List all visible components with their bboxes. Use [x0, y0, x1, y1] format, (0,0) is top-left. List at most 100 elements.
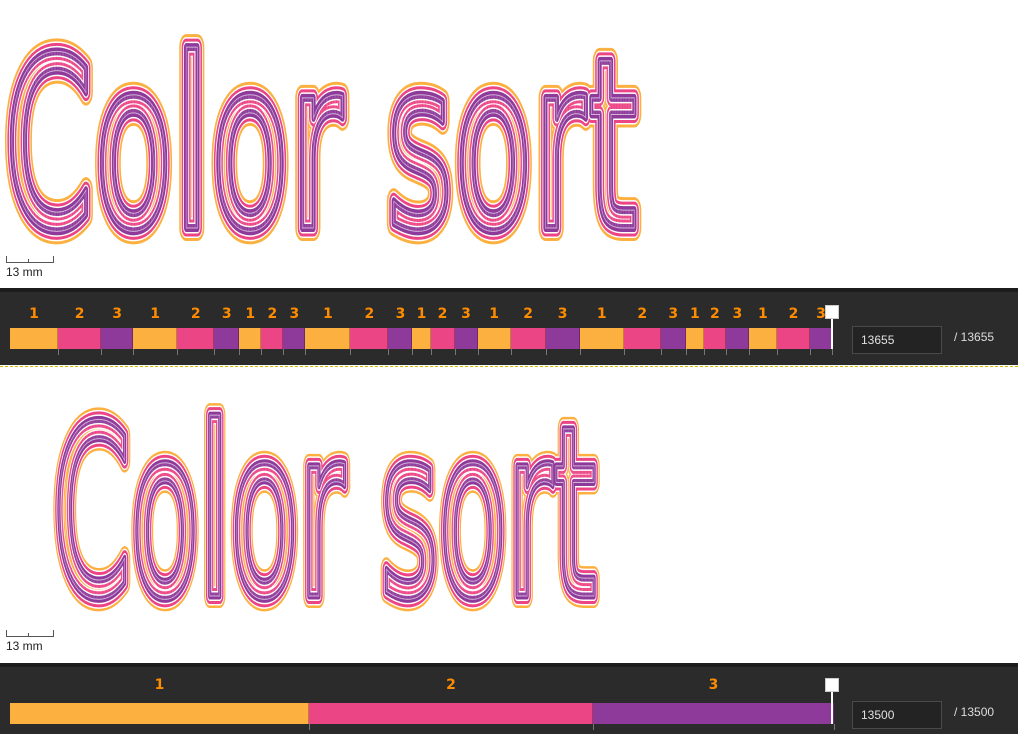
- segment-number: 1: [758, 306, 768, 322]
- bottom-block-ticks: [10, 724, 835, 730]
- color-block-3[interactable]: [454, 328, 478, 349]
- color-block-2[interactable]: [703, 328, 726, 349]
- lettering-group: Color sortColor sortColor sortColor sort…: [0, 0, 647, 258]
- segment-number: 2: [523, 306, 533, 322]
- segment-number: 1: [489, 306, 499, 322]
- bottom-slider-line: [831, 692, 833, 724]
- block-tick: [809, 349, 811, 355]
- segment-number: 2: [709, 306, 720, 322]
- block-tick: [660, 349, 662, 355]
- segment-number: 1: [416, 306, 427, 322]
- top-stitch-count-input[interactable]: 13655: [852, 326, 942, 354]
- segment-number: 1: [323, 306, 333, 322]
- block-tick: [430, 349, 432, 355]
- segment-number: 2: [446, 677, 456, 693]
- bottom-slider-handle[interactable]: [825, 678, 839, 692]
- color-block-1[interactable]: [239, 328, 262, 349]
- segment-number: 1: [150, 306, 161, 322]
- segment-number: 3: [221, 306, 232, 322]
- color-block-3[interactable]: [101, 328, 134, 349]
- block-tick: [309, 724, 310, 730]
- segment-number: 2: [190, 306, 201, 322]
- block-tick: [477, 349, 479, 355]
- color-block-3[interactable]: [214, 328, 240, 349]
- color-block-2[interactable]: [623, 328, 661, 349]
- color-block-3[interactable]: [809, 328, 832, 349]
- color-block-3[interactable]: [660, 328, 686, 349]
- color-block-2[interactable]: [430, 328, 455, 349]
- color-block-2[interactable]: [776, 328, 810, 349]
- block-tick: [101, 349, 103, 355]
- color-block-1[interactable]: [685, 328, 704, 349]
- segment-number: 3: [289, 306, 300, 322]
- block-tick: [283, 349, 285, 355]
- bottom-stitch-count-input[interactable]: 13500: [852, 701, 942, 729]
- color-block-2[interactable]: [261, 328, 284, 349]
- segment-number: 2: [788, 306, 799, 322]
- block-tick: [623, 349, 625, 355]
- scale-bar-icon: [6, 630, 54, 637]
- color-block-2[interactable]: [309, 703, 593, 724]
- block-tick: [214, 349, 216, 355]
- block-tick: [412, 349, 414, 355]
- top-color-timeline[interactable]: 123123123123123123123123123 13655 / 1365…: [0, 288, 1018, 365]
- segment-number: 3: [668, 306, 679, 322]
- color-block-2[interactable]: [510, 328, 546, 349]
- bottom-color-blocks[interactable]: [10, 703, 834, 724]
- segment-number: 2: [437, 306, 448, 322]
- color-block-1[interactable]: [748, 328, 777, 349]
- panel-separator: [0, 366, 1018, 367]
- segment-number: 1: [596, 306, 607, 322]
- color-block-2[interactable]: [58, 328, 102, 349]
- scale-label: 13 mm: [6, 639, 43, 653]
- block-tick: [593, 724, 594, 730]
- segment-number: 2: [364, 306, 375, 322]
- color-block-3[interactable]: [725, 328, 749, 349]
- block-tick: [832, 349, 833, 355]
- block-tick: [133, 349, 135, 355]
- segment-number: 2: [267, 306, 278, 322]
- block-tick: [725, 349, 727, 355]
- top-color-blocks[interactable]: [10, 328, 832, 349]
- color-block-3[interactable]: [388, 328, 413, 349]
- block-tick: [305, 349, 307, 355]
- bottom-design-canvas: Color sort Color sort Color sort Color sort…: [0, 368, 1018, 663]
- color-block-1[interactable]: [412, 328, 431, 349]
- block-tick: [454, 349, 456, 355]
- color-block-1[interactable]: [133, 328, 178, 349]
- color-block-1[interactable]: [305, 328, 351, 349]
- bottom-embroidery-design: Color sortColor sortColor sortColor sort…: [44, 368, 605, 626]
- block-tick: [776, 349, 778, 355]
- bottom-preview-panel: Color sort Color sort Color sort Color sort…: [0, 368, 1018, 734]
- scale-bar-icon: [6, 256, 54, 263]
- segment-number: 3: [461, 306, 471, 322]
- color-block-2[interactable]: [177, 328, 215, 349]
- color-block-1[interactable]: [10, 328, 59, 349]
- block-tick: [239, 349, 241, 355]
- block-tick: [350, 349, 352, 355]
- top-design-canvas: Color sort Color sort Color sort Color sort…: [0, 0, 1018, 288]
- block-tick: [834, 724, 835, 730]
- block-tick: [703, 349, 705, 355]
- color-block-1[interactable]: [477, 328, 511, 349]
- scale-label: 13 mm: [6, 265, 43, 279]
- lettering-group: Color sortColor sortColor sortColor sort…: [44, 368, 605, 626]
- segment-number: 3: [708, 677, 719, 693]
- segment-number: 1: [29, 306, 39, 322]
- segment-number: 3: [395, 306, 406, 322]
- color-block-3[interactable]: [545, 328, 580, 349]
- color-block-3[interactable]: [593, 703, 834, 724]
- lettering-stitch-texture: Color sort: [53, 375, 597, 626]
- top-preview-panel: Color sort Color sort Color sort Color sort…: [0, 0, 1018, 365]
- color-block-1[interactable]: [579, 328, 624, 349]
- block-tick: [510, 349, 512, 355]
- segment-number: 3: [557, 306, 568, 322]
- top-stitch-total: / 13655: [954, 330, 995, 344]
- bottom-color-timeline[interactable]: 1 2 3 13500 / 13500: [0, 663, 1018, 734]
- color-block-3[interactable]: [283, 328, 306, 349]
- top-slider-handle[interactable]: [825, 305, 839, 319]
- color-block-1[interactable]: [10, 703, 309, 724]
- block-tick: [748, 349, 750, 355]
- top-block-ticks: [10, 349, 833, 355]
- color-block-2[interactable]: [350, 328, 389, 349]
